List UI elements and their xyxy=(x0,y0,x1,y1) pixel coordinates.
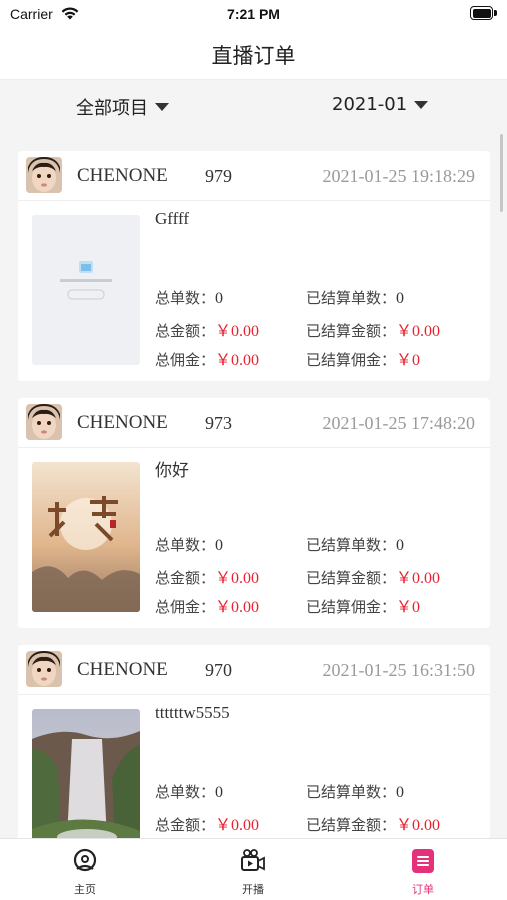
total-orders: 总单数：0 xyxy=(155,536,224,554)
order-id: 973 xyxy=(205,413,232,433)
scrollbar[interactable] xyxy=(500,134,503,212)
avatar xyxy=(26,404,62,440)
avatar xyxy=(26,157,62,193)
total-amount: 总金额：￥0.00 xyxy=(155,322,260,340)
product-name: 你好 xyxy=(155,461,189,480)
home-face-icon xyxy=(73,848,97,872)
settled-amount: 已结算金额：￥0.00 xyxy=(306,322,441,340)
product-thumbnail xyxy=(32,462,140,612)
filter-bar: 全部项目 2021-01 xyxy=(0,80,507,132)
tab-orders[interactable]: 订单 xyxy=(378,847,468,897)
order-card[interactable]: CHENONE 970 2021-01-25 16:31:50 ttttttw5… xyxy=(18,645,490,838)
caret-down-icon xyxy=(414,100,429,109)
product-thumbnail xyxy=(32,709,140,838)
order-time: 2021-01-25 17:48:20 xyxy=(322,413,476,433)
settled-commission: 已结算佣金：￥0 xyxy=(306,351,421,369)
status-bar: Carrier 7:21 PM xyxy=(0,0,507,28)
order-id: 970 xyxy=(205,660,232,680)
order-card[interactable]: CHENONE 979 2021-01-25 19:18:29 Gffff 总单… xyxy=(18,151,490,381)
battery-icon xyxy=(470,6,497,20)
settled-commission: 已结算佣金：￥0 xyxy=(306,598,421,616)
order-id: 979 xyxy=(205,166,232,186)
project-filter-label: 全部项目 xyxy=(76,98,148,119)
product-name: ttttttw5555 xyxy=(155,703,230,722)
settled-orders: 已结算单数：0 xyxy=(306,783,405,801)
product-name: Gffff xyxy=(155,209,189,228)
product-thumbnail xyxy=(32,215,140,365)
order-time: 2021-01-25 19:18:29 xyxy=(322,166,476,186)
settled-amount: 已结算金额：￥0.00 xyxy=(306,816,441,834)
anchor-name: CHENONE xyxy=(77,165,168,186)
page-title: 直播订单 xyxy=(211,44,296,68)
total-orders: 总单数：0 xyxy=(155,783,224,801)
total-orders: 总单数：0 xyxy=(155,289,224,307)
tab-live-label: 开播 xyxy=(242,883,264,896)
nav-bar: 直播订单 xyxy=(0,28,507,80)
order-card-header: CHENONE 970 2021-01-25 16:31:50 xyxy=(18,645,490,695)
total-commission: 总佣金：￥0.00 xyxy=(155,351,260,369)
tab-home-label: 主页 xyxy=(74,883,96,896)
order-card[interactable]: CHENONE 973 2021-01-25 17:48:20 你好 总单数：0… xyxy=(18,398,490,628)
total-amount: 总金额：￥0.00 xyxy=(155,816,260,834)
tab-home[interactable]: 主页 xyxy=(40,847,130,897)
clock: 7:21 PM xyxy=(227,6,280,22)
tab-orders-label: 订单 xyxy=(412,883,434,896)
order-card-header: CHENONE 973 2021-01-25 17:48:20 xyxy=(18,398,490,448)
tab-bar: 主页 开播 订单 xyxy=(0,838,507,900)
total-commission: 总佣金：￥0.00 xyxy=(155,598,260,616)
live-camera-icon xyxy=(241,849,265,871)
anchor-name: CHENONE xyxy=(77,412,168,433)
order-card-header: CHENONE 979 2021-01-25 19:18:29 xyxy=(18,151,490,201)
caret-down-icon xyxy=(155,103,169,111)
settled-orders: 已结算单数：0 xyxy=(306,289,405,307)
order-list[interactable]: CHENONE 979 2021-01-25 19:18:29 Gffff 总单… xyxy=(0,132,507,838)
order-time: 2021-01-25 16:31:50 xyxy=(322,660,476,680)
settled-amount: 已结算金额：￥0.00 xyxy=(306,569,441,587)
avatar xyxy=(26,651,62,687)
total-amount: 总金额：￥0.00 xyxy=(155,569,260,587)
order-list-icon xyxy=(412,849,434,873)
project-filter-dropdown[interactable]: 全部项目 xyxy=(76,94,169,120)
settled-orders: 已结算单数：0 xyxy=(306,536,405,554)
month-filter-dropdown[interactable]: 2021-01 xyxy=(332,94,429,115)
tab-live[interactable]: 开播 xyxy=(208,847,298,897)
anchor-name: CHENONE xyxy=(77,659,168,680)
month-filter-label: 2021-01 xyxy=(332,94,408,115)
